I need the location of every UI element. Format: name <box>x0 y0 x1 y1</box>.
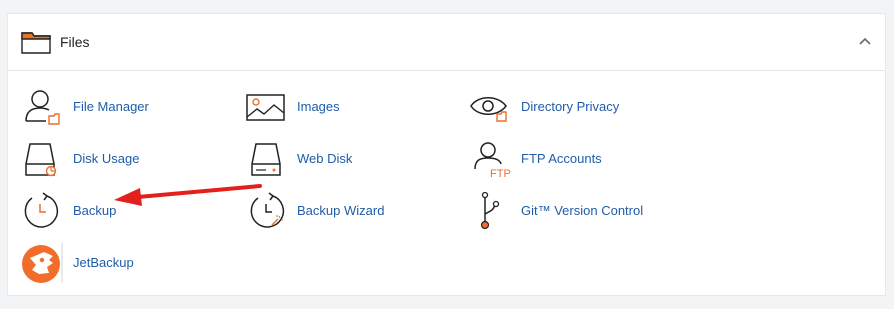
item-label[interactable]: Git™ Version Control <box>521 203 643 218</box>
svg-text:FTP: FTP <box>490 168 511 179</box>
item-label[interactable]: Backup <box>73 203 116 218</box>
item-label[interactable]: Web Disk <box>297 151 352 166</box>
git-icon <box>480 191 500 230</box>
chevron-up-icon[interactable] <box>855 32 875 52</box>
jetbackup-icon <box>22 243 63 283</box>
images-icon <box>246 94 285 121</box>
item-label[interactable]: JetBackup <box>73 255 134 270</box>
item-label[interactable]: Backup Wizard <box>297 203 384 218</box>
folder-icon <box>21 32 51 54</box>
panel-header[interactable]: Files <box>8 14 885 71</box>
backup-wizard-icon <box>250 192 285 228</box>
web-disk-icon <box>251 143 281 176</box>
ftp-accounts-icon: FTP <box>474 142 511 179</box>
item-label[interactable]: FTP Accounts <box>521 151 602 166</box>
directory-privacy-icon <box>470 97 507 122</box>
item-label[interactable]: Disk Usage <box>73 151 139 166</box>
files-panel: Files File Manager Images Directory Priv… <box>7 13 886 296</box>
item-label[interactable]: Images <box>297 99 340 114</box>
backup-icon <box>24 192 59 228</box>
file-manager-icon <box>25 90 60 125</box>
item-label[interactable]: Directory Privacy <box>521 99 619 114</box>
section-title: Files <box>60 34 90 50</box>
item-label[interactable]: File Manager <box>73 99 149 114</box>
disk-usage-icon <box>25 143 57 177</box>
